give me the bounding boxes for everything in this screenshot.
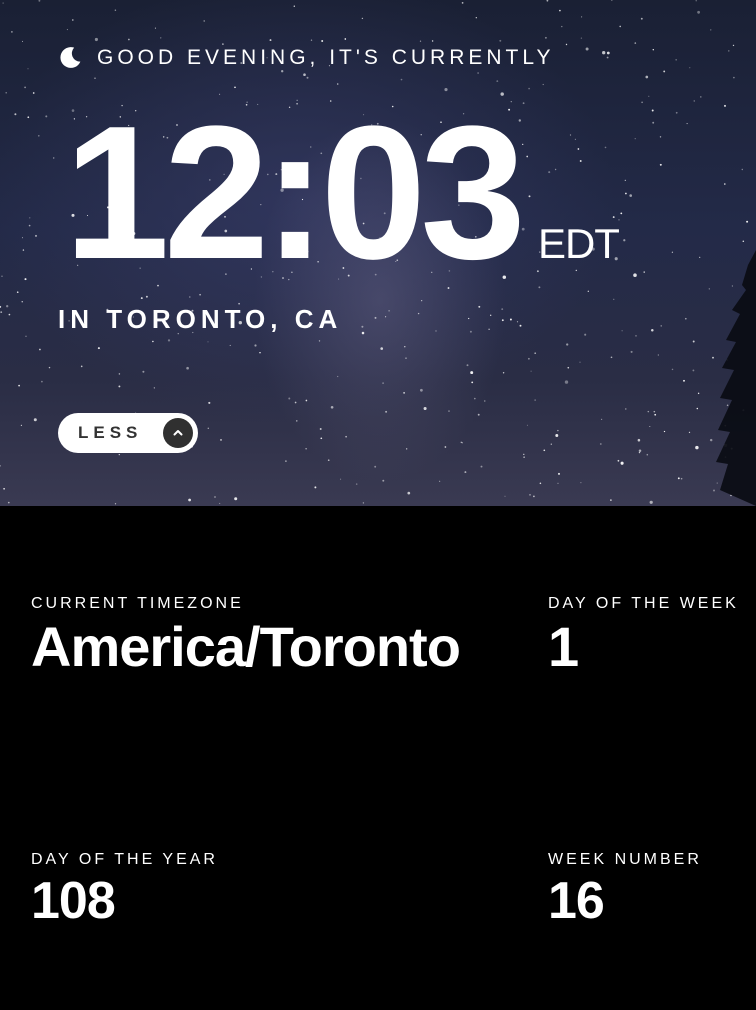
current-time: 12:03 bbox=[64, 87, 526, 299]
week-number-stat: WEEK NUMBER 16 bbox=[548, 851, 702, 927]
timezone-stat: CURRENT TIMEZONE America/Toronto bbox=[31, 595, 461, 678]
details-panel: CURRENT TIMEZONE America/Toronto DAY OF … bbox=[0, 506, 756, 1010]
day-of-week-label: DAY OF THE WEEK bbox=[548, 595, 739, 612]
less-toggle-label: LESS bbox=[78, 423, 143, 442]
greeting-text: GOOD EVENING, IT'S CURRENTLY bbox=[97, 45, 555, 69]
week-number-value: 16 bbox=[548, 872, 605, 930]
day-of-year-value: 108 bbox=[31, 872, 116, 930]
night-sky-background: GOOD EVENING, IT'S CURRENTLY 12:03 EDT I… bbox=[0, 0, 756, 506]
timezone-label: CURRENT TIMEZONE bbox=[31, 595, 244, 612]
day-of-year-stat: DAY OF THE YEAR 108 bbox=[31, 851, 218, 927]
clock: 12:03 EDT bbox=[64, 87, 620, 299]
week-number-label: WEEK NUMBER bbox=[548, 851, 702, 868]
day-of-year-label: DAY OF THE YEAR bbox=[31, 851, 218, 868]
moon-icon bbox=[60, 47, 81, 68]
less-toggle-button[interactable]: LESS bbox=[58, 413, 198, 453]
greeting: GOOD EVENING, IT'S CURRENTLY bbox=[58, 45, 555, 70]
timezone-value: America/Toronto bbox=[31, 615, 461, 678]
day-of-week-value: 1 bbox=[548, 615, 579, 678]
timezone-abbreviation: EDT bbox=[537, 220, 620, 267]
chevron-up-icon bbox=[163, 418, 193, 448]
location-text: IN TORONTO, CA bbox=[58, 304, 343, 334]
day-of-week-stat: DAY OF THE WEEK 1 bbox=[548, 595, 739, 675]
